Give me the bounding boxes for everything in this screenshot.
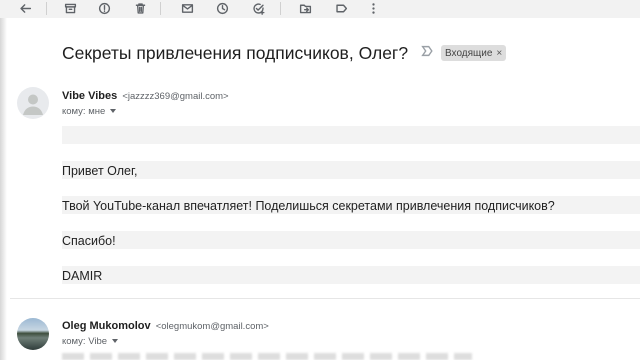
archive-icon[interactable] [61, 0, 79, 17]
body-line-band [62, 231, 640, 249]
toolbar-divider [46, 2, 47, 15]
recipient-text: кому: Vibe [62, 336, 108, 347]
message-toolbar [0, 0, 640, 18]
panel-edge-shadow [0, 18, 7, 360]
message-signature: DAMIR [62, 269, 103, 283]
toolbar-divider [160, 2, 161, 15]
label-chip-text: Входящие [445, 47, 493, 59]
more-icon[interactable] [364, 0, 382, 17]
thread-subject: Секреты привлечения подписчиков, Олег? [62, 43, 409, 63]
default-person-icon [23, 94, 43, 115]
importance-marker-icon[interactable] [420, 44, 434, 58]
sender-email: <jazzzz369@gmail.com> [122, 91, 229, 102]
body-blank-line [62, 126, 640, 144]
chevron-down-icon [110, 109, 117, 114]
message-body-line: Спасибо! [62, 234, 116, 248]
recipient-details-toggle[interactable]: кому: мне [62, 106, 117, 117]
sender-name[interactable]: Vibe Vibes [62, 90, 117, 102]
chevron-down-icon [112, 339, 119, 344]
message-body-line: Твой YouTube-канал впечатляет! Поделишьс… [62, 199, 555, 213]
mark-unread-icon[interactable] [178, 0, 196, 17]
label-icon[interactable] [332, 0, 350, 17]
body-line-band [62, 161, 640, 179]
message-preview-clipped [62, 353, 472, 360]
move-to-icon[interactable] [296, 0, 314, 17]
report-spam-icon[interactable] [95, 0, 113, 17]
back-arrow-icon[interactable] [16, 0, 34, 17]
sender-email: <olegmukom@gmail.com> [155, 321, 269, 332]
message-sender: Oleg Mukomolov <olegmukom@gmail.com> [62, 320, 269, 332]
snooze-icon[interactable] [213, 0, 231, 17]
message-divider [10, 298, 640, 299]
message-sender: Vibe Vibes <jazzzz369@gmail.com> [62, 90, 229, 102]
sender-name[interactable]: Oleg Mukomolov [62, 320, 151, 332]
delete-icon[interactable] [131, 0, 149, 17]
remove-label-icon[interactable]: × [496, 48, 502, 59]
inbox-label-chip: Входящие × [441, 45, 507, 61]
sender-avatar[interactable] [17, 87, 49, 119]
recipient-details-toggle[interactable]: кому: Vibe [62, 336, 119, 347]
body-line-band [62, 266, 640, 284]
sender-avatar-photo[interactable] [17, 318, 49, 350]
message-body-line: Привет Олег, [62, 164, 138, 178]
toolbar-divider [280, 2, 281, 15]
recipient-text: кому: мне [62, 106, 106, 117]
add-task-icon[interactable] [249, 0, 267, 17]
